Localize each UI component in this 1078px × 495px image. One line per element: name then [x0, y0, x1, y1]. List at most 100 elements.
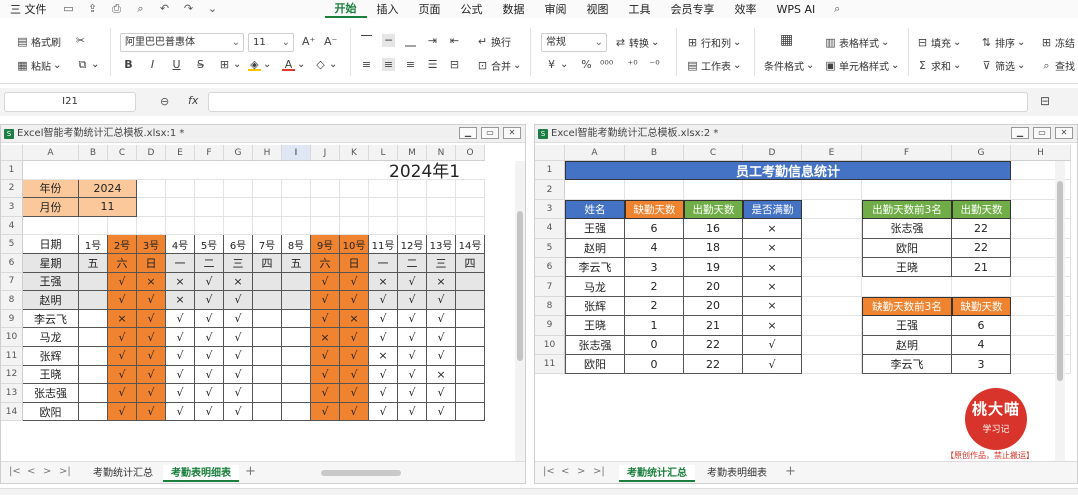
attendance-mark[interactable]: √	[398, 272, 427, 292]
attendance-mark[interactable]: √	[398, 402, 427, 422]
tab-member[interactable]: 会员专享	[661, 1, 725, 17]
record-cell[interactable]: 19	[684, 258, 743, 278]
tab-tools[interactable]: 工具	[619, 1, 661, 17]
format-painter-button[interactable]: ▤ 格式刷	[16, 34, 61, 49]
attendance-mark[interactable]: √	[166, 365, 195, 385]
empty-cell[interactable]	[369, 198, 398, 217]
record-cell[interactable]: 18	[684, 238, 743, 258]
year-value[interactable]: 2024	[79, 179, 137, 199]
next-sheet-icon[interactable]: >	[577, 466, 585, 477]
record-cell[interactable]: √	[743, 355, 802, 375]
sheet-tab-detail[interactable]: 考勤表明细表	[163, 465, 239, 482]
empty-cell[interactable]	[224, 179, 253, 199]
empty-cell[interactable]	[340, 216, 369, 236]
attendance-mark[interactable]: √	[137, 309, 166, 329]
attendance-mark[interactable]: √	[340, 291, 369, 310]
attendance-mark[interactable]	[456, 328, 485, 347]
empty-cell[interactable]	[166, 198, 195, 217]
justify-button[interactable]: ☰	[426, 58, 439, 71]
attendance-mark[interactable]: √	[398, 291, 427, 310]
row-header-13[interactable]: 13	[1, 384, 23, 403]
column-header-H[interactable]: H	[1011, 145, 1071, 161]
top-absent-cell[interactable]: 王强	[862, 316, 952, 336]
empty-cell[interactable]	[802, 238, 862, 258]
attendance-mark[interactable]: √	[311, 402, 340, 422]
top-absent-cell[interactable]: 李云飞	[862, 355, 952, 375]
empty-cell[interactable]	[79, 216, 108, 236]
chevron-down-icon[interactable]: ⌄	[205, 2, 221, 16]
empty-cell[interactable]	[108, 216, 137, 236]
attendance-mark[interactable]: √	[108, 291, 137, 310]
scroll-thumb[interactable]	[1057, 181, 1063, 381]
attendance-mark[interactable]: √	[195, 347, 224, 366]
attendance-mark[interactable]: √	[369, 328, 398, 347]
record-cell[interactable]: 王强	[565, 219, 625, 239]
preview-icon[interactable]: ⌕	[133, 2, 149, 16]
record-cell[interactable]: 李云飞	[565, 258, 625, 278]
row-header-11[interactable]: 11	[1, 347, 23, 366]
attendance-mark[interactable]	[282, 309, 311, 329]
cond-format-icon[interactable]: ▦	[780, 33, 793, 47]
attendance-mark[interactable]: √	[427, 309, 456, 329]
record-cell[interactable]: 1	[625, 316, 684, 336]
find-button[interactable]: ⌕ 查找	[1040, 58, 1075, 73]
sheet-tab-summary[interactable]: 考勤统计汇总	[85, 465, 161, 482]
align-bottom-button[interactable]: ⎽	[404, 34, 417, 47]
attendance-mark[interactable]: √	[311, 291, 340, 310]
font-shrink-button[interactable]: A⁻	[324, 35, 337, 48]
row-header-6[interactable]: 6	[535, 258, 565, 278]
row-header-7[interactable]: 7	[535, 277, 565, 297]
empty-cell[interactable]	[253, 198, 282, 217]
attendance-mark[interactable]	[79, 291, 108, 310]
underline-button[interactable]: U	[170, 58, 183, 71]
filter-button[interactable]: ⊽ 筛选 ⌄	[980, 58, 1025, 73]
record-cell[interactable]: ×	[743, 296, 802, 317]
empty-cell[interactable]	[802, 277, 862, 297]
expand-formula-icon[interactable]: ⊟	[1040, 94, 1050, 108]
attendance-mark[interactable]	[456, 291, 485, 310]
attendance-mark[interactable]	[79, 272, 108, 292]
attendance-mark[interactable]: √	[398, 384, 427, 403]
empty-cell[interactable]	[456, 179, 485, 199]
record-cell[interactable]: 16	[684, 219, 743, 239]
column-header-C[interactable]: C	[108, 145, 137, 161]
attendance-mark[interactable]: √	[137, 384, 166, 403]
attendance-mark[interactable]: √	[369, 365, 398, 385]
record-cell[interactable]: 4	[625, 238, 684, 258]
attendance-mark[interactable]: √	[108, 384, 137, 403]
empty-cell[interactable]	[224, 216, 253, 236]
number-format-select[interactable]: 常规 ⌄	[541, 33, 607, 52]
row-header-4[interactable]: 4	[1, 216, 23, 236]
worksheet-button[interactable]: ▤ 工作表 ⌄	[686, 58, 741, 73]
record-cell[interactable]: 0	[625, 355, 684, 375]
prev-sheet-icon[interactable]: <	[27, 466, 35, 477]
attendance-mark[interactable]: √	[427, 347, 456, 366]
align-center-button[interactable]: ≡	[382, 58, 395, 71]
empty-cell[interactable]	[427, 179, 456, 199]
tab-review[interactable]: 审阅	[535, 1, 577, 17]
prev-sheet-icon[interactable]: <	[561, 466, 569, 477]
attendance-mark[interactable]: √	[224, 347, 253, 366]
attendance-mark[interactable]: √	[311, 309, 340, 329]
column-header-D[interactable]: D	[743, 145, 802, 161]
row-header-10[interactable]: 10	[535, 335, 565, 355]
attendance-mark[interactable]: √	[108, 347, 137, 366]
attendance-mark[interactable]	[456, 309, 485, 329]
last-sheet-icon[interactable]: >|	[593, 466, 605, 477]
column-header-G[interactable]: G	[952, 145, 1011, 161]
fill-color-button[interactable]: ◈ ⌄	[248, 58, 271, 71]
empty-cell[interactable]	[137, 216, 166, 236]
percent-button[interactable]: %	[580, 58, 593, 71]
strike-button[interactable]: S̶	[194, 58, 207, 71]
tab-formula[interactable]: 公式	[451, 1, 493, 17]
attendance-mark[interactable]: √	[224, 309, 253, 329]
attendance-mark[interactable]	[456, 384, 485, 403]
attendance-mark[interactable]	[253, 272, 282, 292]
attendance-mark[interactable]: √	[369, 402, 398, 422]
record-cell[interactable]: 2	[625, 277, 684, 297]
left-vertical-scrollbar[interactable]	[515, 161, 525, 461]
attendance-mark[interactable]: √	[427, 384, 456, 403]
decrease-decimal-button[interactable]: ⁻⁰	[648, 58, 661, 71]
attendance-mark[interactable]	[282, 291, 311, 310]
column-header-I[interactable]: I	[282, 145, 311, 161]
